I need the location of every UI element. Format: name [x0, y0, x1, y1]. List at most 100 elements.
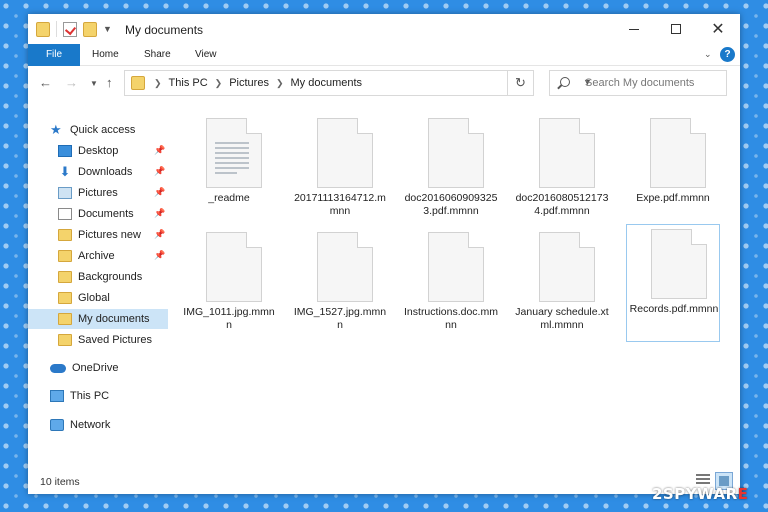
folder-icon [58, 292, 72, 304]
file-item-readme[interactable]: _readme [182, 114, 276, 232]
chevron-right-icon[interactable]: ❯ [151, 78, 165, 89]
sidebar-item-label: My documents [78, 313, 150, 325]
text-document-icon [206, 118, 262, 188]
help-icon[interactable]: ? [720, 47, 735, 62]
desktop-icon [58, 145, 72, 157]
sidebar-item-this-pc[interactable]: This PC [50, 386, 109, 406]
watermark-text: 2SPYWAR [652, 485, 738, 503]
sidebar-item-desktop[interactable]: Desktop [58, 141, 118, 161]
sidebar-item-label: OneDrive [72, 362, 119, 374]
sidebar-item-network[interactable]: Network [50, 415, 110, 435]
sidebar-item-label: Quick access [70, 124, 136, 136]
sidebar-item-my-documents[interactable]: My documents [28, 309, 168, 329]
blank-file-icon [539, 118, 595, 188]
file-item[interactable]: doc20160805121734.pdf.mmnn [515, 114, 609, 232]
file-grid: _readme 20171113164712.mmnn doc201606090… [178, 110, 738, 450]
sidebar-item-archive[interactable]: Archive [58, 246, 115, 266]
tab-home[interactable]: Home [80, 44, 131, 66]
file-item[interactable]: doc20160609093253.pdf.mmnn [404, 114, 498, 232]
chevron-right-icon[interactable]: ❯ [212, 78, 226, 89]
sidebar-item-documents[interactable]: Documents [58, 204, 134, 224]
file-item[interactable]: Instructions.doc.mmnn [404, 228, 498, 346]
text-lines [215, 142, 249, 174]
sidebar-item-onedrive[interactable]: OneDrive [50, 358, 118, 378]
pin-icon[interactable]: 📌 [154, 208, 165, 219]
minimize-button[interactable] [614, 14, 654, 44]
up-arrow-icon[interactable]: ↑ [106, 75, 113, 90]
maximize-button[interactable] [656, 14, 696, 44]
breadcrumb-my-documents[interactable]: My documents [291, 77, 363, 89]
file-item[interactable]: IMG_1011.jpg.mmnn [182, 228, 276, 346]
search-input[interactable]: Search My documents [549, 70, 727, 96]
status-bar: 10 items [28, 470, 740, 494]
cloud-icon [50, 363, 66, 373]
sidebar-item-pictures[interactable]: Pictures [58, 183, 118, 203]
toolbar-divider [56, 21, 57, 37]
forward-arrow-icon[interactable]: → [65, 75, 78, 90]
pin-icon[interactable]: 📌 [154, 250, 165, 261]
pictures-icon [58, 187, 72, 199]
file-name: _readme [208, 192, 250, 204]
folder-icon [58, 313, 72, 325]
file-item[interactable]: Expe.pdf.mmnn [626, 114, 720, 232]
item-count: 10 items [40, 476, 80, 488]
breadcrumb: ❯ This PC ❯ Pictures ❯ My documents [151, 77, 362, 89]
properties-icon[interactable] [63, 21, 77, 37]
breadcrumb-this-pc[interactable]: This PC [169, 77, 208, 89]
maximize-icon [671, 24, 681, 34]
tab-file[interactable]: File [28, 44, 80, 66]
back-arrow-icon[interactable]: ← [39, 75, 52, 90]
navigation-pane: ★ Quick access Desktop 📌 ⬇ Downloads 📌 P… [28, 110, 168, 460]
sidebar-item-label: Pictures [78, 187, 118, 199]
pin-icon[interactable]: 📌 [154, 166, 165, 177]
folder-icon [131, 76, 145, 90]
recent-locations-chevron-icon[interactable]: ▼ [90, 79, 98, 88]
folder-icon[interactable] [36, 21, 50, 37]
sidebar-item-global[interactable]: Global [58, 288, 110, 308]
blank-file-icon [317, 118, 373, 188]
star-icon: ★ [50, 122, 62, 137]
file-name: doc20160609093253.pdf.mmnn [404, 192, 498, 217]
sidebar-item-quick-access[interactable]: ★ Quick access [50, 120, 135, 140]
file-item[interactable]: January schedule.xtml.mmnn [515, 228, 609, 346]
close-button[interactable]: ✕ [698, 14, 738, 44]
search-icon [560, 77, 570, 87]
sidebar-item-label: This PC [70, 390, 110, 402]
sidebar-item-saved-pictures[interactable]: Saved Pictures [58, 330, 152, 350]
sidebar-item-label: Global [78, 292, 110, 304]
refresh-button[interactable]: ↻ [508, 70, 534, 96]
pin-icon[interactable]: 📌 [154, 187, 165, 198]
new-folder-icon[interactable] [83, 21, 97, 37]
window-title: My documents [125, 23, 204, 37]
download-icon: ⬇ [59, 164, 71, 179]
sidebar-item-pictures-new[interactable]: Pictures new [58, 225, 141, 245]
sidebar-item-label: Documents [78, 208, 134, 220]
folder-icon [58, 271, 72, 283]
tab-share[interactable]: Share [132, 44, 183, 66]
sidebar-item-backgrounds[interactable]: Backgrounds [58, 267, 142, 287]
pc-icon [50, 390, 64, 402]
file-item[interactable]: IMG_1527.jpg.mmnn [293, 228, 387, 346]
navigation-bar: ← → ▼ ↑ ❯ This PC ❯ Pictures ❯ My docume… [28, 68, 740, 98]
sidebar-item-label: Downloads [78, 166, 133, 178]
file-name: Records.pdf.mmnn [629, 303, 719, 315]
file-name: Expe.pdf.mmnn [636, 192, 710, 204]
blank-file-icon [206, 232, 262, 302]
expand-ribbon-icon[interactable]: ⌄ [704, 49, 712, 60]
chevron-right-icon[interactable]: ❯ [273, 78, 287, 89]
search-placeholder: Search My documents [585, 77, 695, 89]
breadcrumb-pictures[interactable]: Pictures [229, 77, 269, 89]
customize-toolbar-dropdown-icon[interactable]: ▼ [103, 24, 112, 34]
file-name: doc20160805121734.pdf.mmnn [515, 192, 609, 217]
address-bar[interactable]: ❯ This PC ❯ Pictures ❯ My documents ▼ [124, 70, 592, 96]
pin-icon[interactable]: 📌 [154, 145, 165, 156]
blank-file-icon [651, 229, 707, 299]
folder-icon [58, 334, 72, 346]
sidebar-item-downloads[interactable]: ⬇ Downloads [58, 162, 133, 182]
file-item[interactable]: 20171113164712.mmnn [293, 114, 387, 232]
close-icon: ✕ [711, 21, 725, 38]
file-item[interactable]: Records.pdf.mmnn [626, 224, 720, 342]
pin-icon[interactable]: 📌 [154, 229, 165, 240]
tab-view[interactable]: View [183, 44, 229, 66]
blank-file-icon [317, 232, 373, 302]
